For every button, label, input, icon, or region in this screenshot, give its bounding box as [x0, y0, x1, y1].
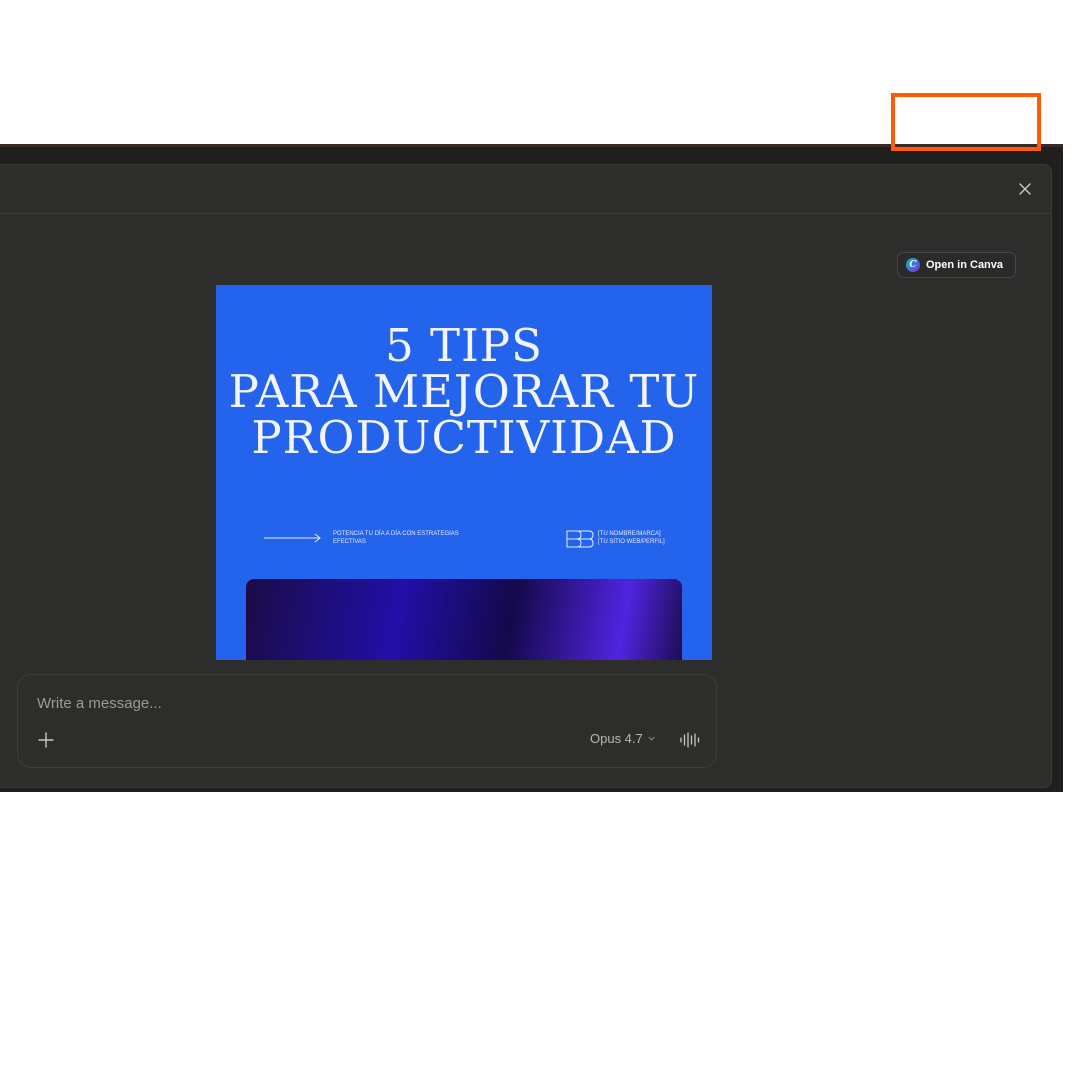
add-attachment-button[interactable]	[36, 730, 56, 750]
preview-gradient-card	[246, 579, 682, 660]
tagline-line-1: POTENCIA TU DÍA A DÍA CON ESTRATEGIAS	[333, 531, 459, 537]
close-button[interactable]	[1015, 179, 1035, 199]
plus-icon	[38, 732, 54, 748]
message-composer: Write a message... Opus 4.7	[17, 674, 717, 768]
message-input[interactable]: Write a message...	[37, 695, 162, 712]
tagline-line-2: EFECTIVAS	[333, 539, 366, 545]
canva-logo-icon: C	[906, 258, 920, 272]
title-line-2: PARA MEJORAR TU	[228, 365, 700, 418]
close-icon	[1019, 183, 1031, 195]
brand-line-2: [TU SITIO WEB/PERFIL]	[598, 539, 665, 545]
voice-waveform-icon	[680, 732, 700, 748]
panel-header	[0, 165, 1051, 214]
app-window: C Open in Canva 5 TIPS PARA MEJORAR TU P…	[0, 144, 1063, 792]
highlight-box	[891, 93, 1041, 151]
model-selector[interactable]: Opus 4.7	[590, 731, 656, 746]
artifact-panel: C Open in Canva 5 TIPS PARA MEJORAR TU P…	[0, 164, 1052, 788]
preview-title: 5 TIPS PARA MEJORAR TU PRODUCTIVIDAD	[216, 323, 712, 461]
brand-line-1: [TU NOMBRE/MARCA]	[598, 531, 661, 537]
chevron-down-icon	[648, 736, 655, 741]
design-preview[interactable]: 5 TIPS PARA MEJORAR TU PRODUCTIVIDAD POT…	[216, 285, 712, 660]
arrow-right-icon	[264, 533, 321, 543]
preview-brand-text: [TU NOMBRE/MARCA] [TU SITIO WEB/PERFIL]	[598, 530, 665, 546]
voice-input-button[interactable]	[679, 730, 701, 750]
model-label: Opus 4.7	[590, 731, 643, 746]
brand-logo-icon	[566, 530, 594, 548]
open-in-canva-button[interactable]: C Open in Canva	[897, 252, 1017, 278]
title-line-1: 5 TIPS	[385, 319, 543, 372]
title-line-3: PRODUCTIVIDAD	[251, 411, 677, 464]
preview-tagline: POTENCIA TU DÍA A DÍA CON ESTRATEGIAS EF…	[333, 530, 513, 546]
open-in-canva-label: Open in Canva	[926, 259, 1004, 271]
